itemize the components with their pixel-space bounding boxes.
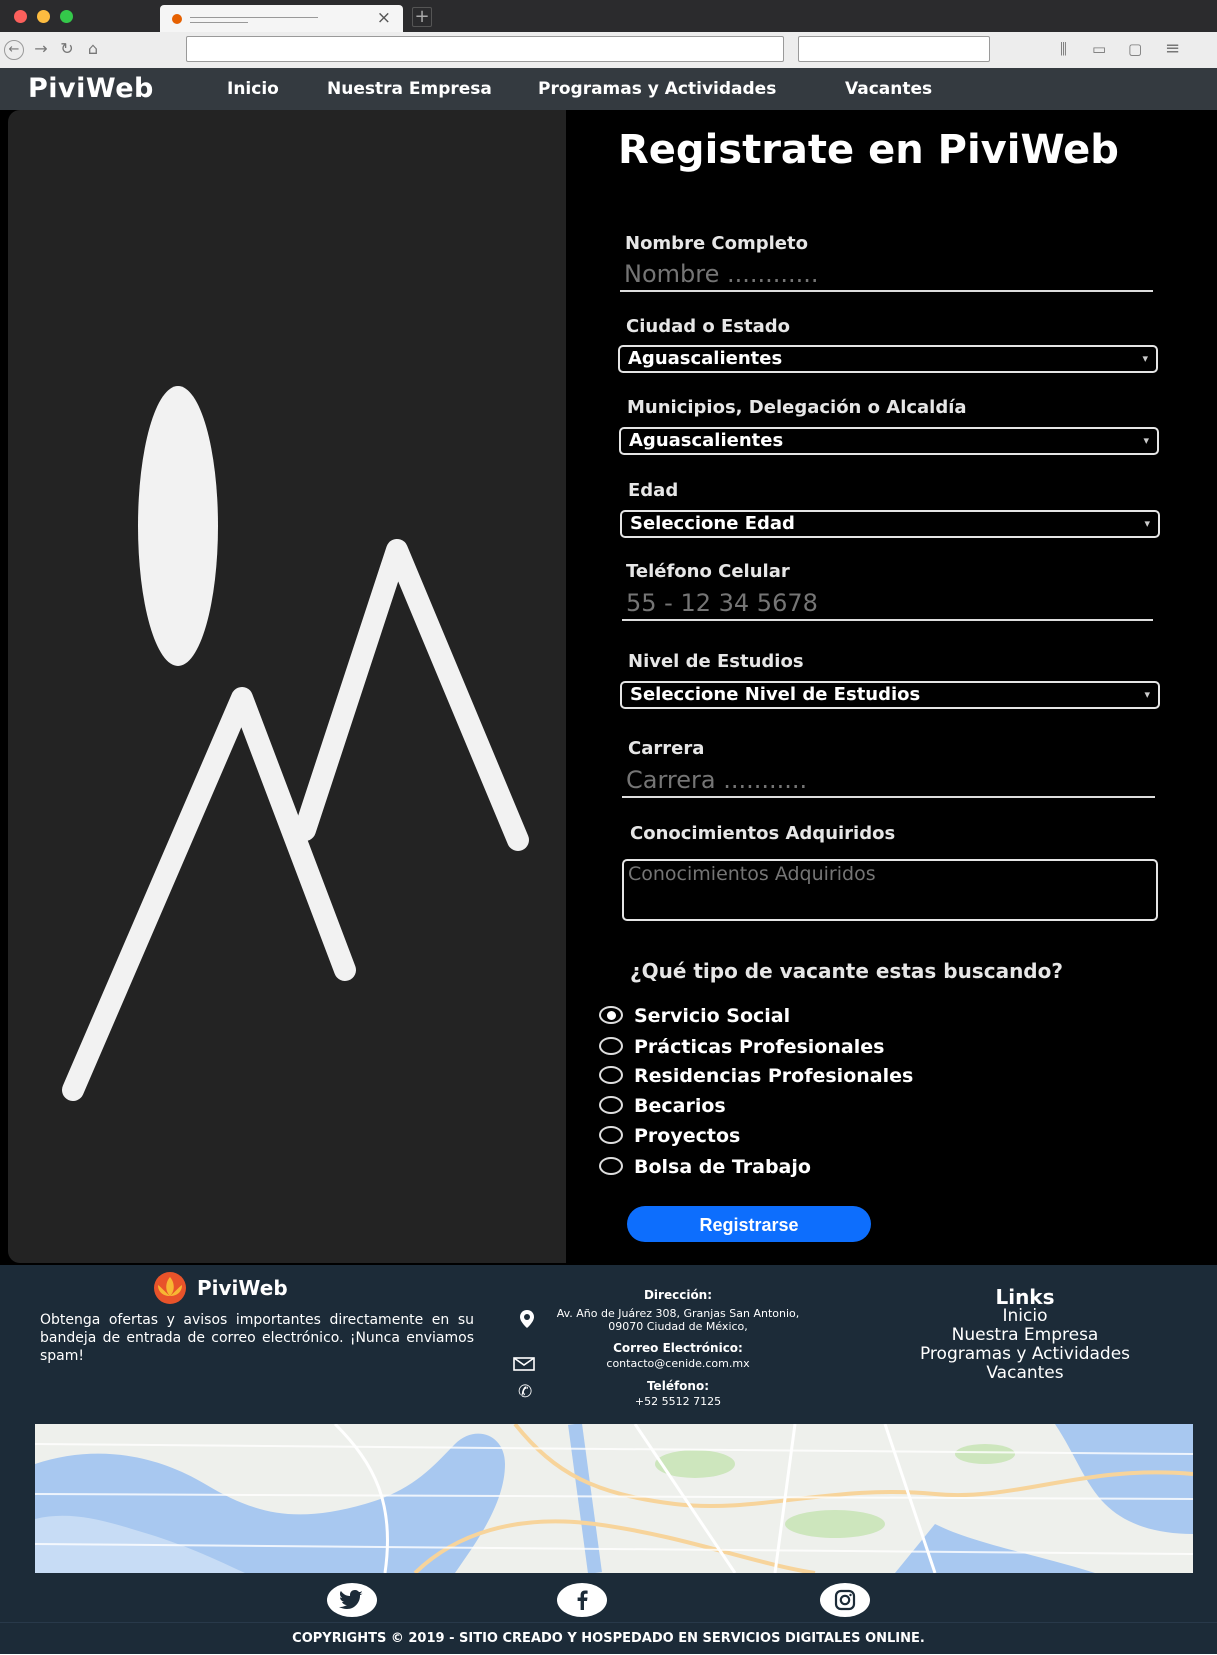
maximize-window-button[interactable] bbox=[60, 10, 73, 23]
browser-toolbar: ← → ↻ ⌂ ⫼ ▭ ▢ ≡ bbox=[0, 32, 1217, 69]
chevron-down-icon: ▾ bbox=[1144, 688, 1150, 701]
name-label: Nombre Completo bbox=[625, 233, 808, 254]
radio-button[interactable] bbox=[599, 1157, 623, 1175]
navbar-brand[interactable]: PiviWeb bbox=[28, 71, 154, 107]
registration-form: Registrate en PiviWeb Nombre Completo Ci… bbox=[566, 110, 1217, 1265]
browser-tab[interactable]: × bbox=[160, 5, 403, 32]
close-tab-icon[interactable]: × bbox=[377, 8, 391, 28]
twitter-icon bbox=[339, 1590, 363, 1609]
site-footer: PiviWeb Obtenga ofertas y avisos importa… bbox=[0, 1265, 1217, 1622]
phone-input[interactable] bbox=[622, 587, 1153, 621]
footer-link-nuestra-empresa[interactable]: Nuestra Empresa bbox=[880, 1326, 1170, 1345]
chevron-down-icon: ▾ bbox=[1143, 434, 1149, 447]
reload-icon[interactable]: ↻ bbox=[56, 38, 78, 60]
instagram-button[interactable] bbox=[820, 1583, 870, 1617]
location-pin-icon bbox=[520, 1310, 534, 1332]
envelope-icon bbox=[513, 1357, 535, 1375]
municipality-select[interactable]: Aguascalientes ▾ bbox=[619, 427, 1159, 455]
radio-button[interactable] bbox=[599, 1066, 623, 1084]
image-placeholder-icon bbox=[62, 386, 529, 1101]
knowledge-textarea[interactable] bbox=[622, 859, 1158, 921]
site-navbar: PiviWeb Inicio Nuestra Empresa Programas… bbox=[0, 68, 1217, 110]
browser-tab-bar: × + bbox=[0, 0, 1217, 32]
phone-icon: ✆ bbox=[518, 1382, 533, 1402]
radio-button[interactable] bbox=[599, 1096, 623, 1114]
sidebar-icon[interactable]: ▢ bbox=[1128, 39, 1142, 59]
url-bar[interactable] bbox=[186, 36, 784, 62]
career-input[interactable] bbox=[622, 764, 1155, 798]
footer-link-programas[interactable]: Programas y Actividades bbox=[880, 1345, 1170, 1364]
career-label: Carrera bbox=[628, 738, 705, 759]
facebook-icon bbox=[577, 1590, 588, 1610]
radio-button[interactable] bbox=[599, 1126, 623, 1144]
close-window-button[interactable] bbox=[14, 10, 27, 23]
city-select-value: Aguascalientes bbox=[628, 348, 783, 369]
name-input[interactable] bbox=[620, 258, 1153, 292]
footer-brand: PiviWeb bbox=[197, 1276, 288, 1300]
menu-icon[interactable]: ≡ bbox=[1165, 39, 1180, 59]
address-label: Dirección: bbox=[643, 1288, 713, 1302]
browser-chrome: × + ← → ↻ ⌂ ⫼ ▭ ▢ ≡ bbox=[0, 0, 1217, 69]
new-tab-icon[interactable]: + bbox=[412, 7, 432, 27]
reader-icon[interactable]: ▭ bbox=[1092, 39, 1106, 59]
footer-link-inicio[interactable]: Inicio bbox=[880, 1307, 1170, 1326]
browser-search-bar[interactable] bbox=[798, 36, 990, 62]
radio-label: Proyectos bbox=[634, 1125, 741, 1147]
register-button[interactable]: Registrarse bbox=[627, 1206, 871, 1242]
nav-link-programas[interactable]: Programas y Actividades bbox=[538, 78, 776, 100]
municipality-select-value: Aguascalientes bbox=[629, 430, 784, 451]
radio-label: Becarios bbox=[634, 1095, 726, 1117]
age-select[interactable]: Seleccione Edad ▾ bbox=[620, 510, 1160, 538]
map-image bbox=[35, 1424, 1193, 1573]
home-icon[interactable]: ⌂ bbox=[82, 38, 104, 60]
chevron-down-icon: ▾ bbox=[1142, 352, 1148, 365]
education-select[interactable]: Seleccione Nivel de Estudios ▾ bbox=[620, 681, 1160, 709]
minimize-window-button[interactable] bbox=[37, 10, 50, 23]
phone-text: +52 5512 7125 bbox=[634, 1395, 722, 1408]
lotus-logo-icon bbox=[154, 1272, 186, 1304]
map-embed[interactable] bbox=[35, 1424, 1193, 1573]
address-text: Av. Año de Juárez 308, Granjas San Anton… bbox=[556, 1307, 800, 1333]
radio-button[interactable] bbox=[599, 1037, 623, 1055]
phone-label-footer: Teléfono: bbox=[646, 1379, 710, 1393]
age-label: Edad bbox=[628, 480, 679, 501]
municipality-label: Municipios, Delegación o Alcaldía bbox=[627, 397, 967, 418]
nav-link-vacantes[interactable]: Vacantes bbox=[845, 78, 932, 100]
education-select-value: Seleccione Nivel de Estudios bbox=[630, 684, 921, 705]
facebook-button[interactable] bbox=[557, 1583, 607, 1617]
email-label: Correo Electrónico: bbox=[613, 1341, 743, 1355]
main-content: Registrate en PiviWeb Nombre Completo Ci… bbox=[0, 110, 1217, 1265]
city-select[interactable]: Aguascalientes ▾ bbox=[618, 345, 1158, 373]
chevron-down-icon: ▾ bbox=[1144, 517, 1150, 530]
newsletter-text: Obtenga ofertas y avisos importantes dir… bbox=[40, 1312, 474, 1364]
phone-label: Teléfono Celular bbox=[626, 561, 790, 582]
radio-label: Bolsa de Trabajo bbox=[634, 1156, 811, 1178]
radio-label: Residencias Profesionales bbox=[634, 1065, 914, 1087]
back-icon[interactable]: ← bbox=[4, 40, 24, 60]
vacancy-question: ¿Qué tipo de vacante estas buscando? bbox=[630, 959, 1063, 983]
radio-button[interactable] bbox=[599, 1006, 623, 1024]
library-icon[interactable]: ⫼ bbox=[1060, 39, 1067, 59]
city-label: Ciudad o Estado bbox=[626, 316, 791, 337]
instagram-icon bbox=[834, 1589, 856, 1611]
footer-link-vacantes[interactable]: Vacantes bbox=[880, 1364, 1170, 1383]
forward-icon[interactable]: → bbox=[30, 38, 52, 60]
email-text[interactable]: contacto@cenide.com.mx bbox=[560, 1357, 796, 1370]
image-placeholder bbox=[8, 110, 566, 1263]
radio-label: Servicio Social bbox=[634, 1005, 791, 1027]
education-label: Nivel de Estudios bbox=[628, 651, 804, 672]
form-title: Registrate en PiviWeb bbox=[618, 127, 1119, 173]
radio-label: Prácticas Profesionales bbox=[634, 1036, 885, 1058]
nav-link-inicio[interactable]: Inicio bbox=[227, 78, 279, 100]
favicon-icon bbox=[172, 14, 182, 24]
copyright-text: COPYRIGHTS © 2019 - SITIO CREADO Y HOSPE… bbox=[0, 1622, 1217, 1654]
age-select-value: Seleccione Edad bbox=[630, 513, 795, 534]
twitter-button[interactable] bbox=[327, 1583, 377, 1617]
knowledge-label: Conocimientos Adquiridos bbox=[630, 823, 896, 844]
nav-link-nuestra-empresa[interactable]: Nuestra Empresa bbox=[327, 78, 492, 100]
